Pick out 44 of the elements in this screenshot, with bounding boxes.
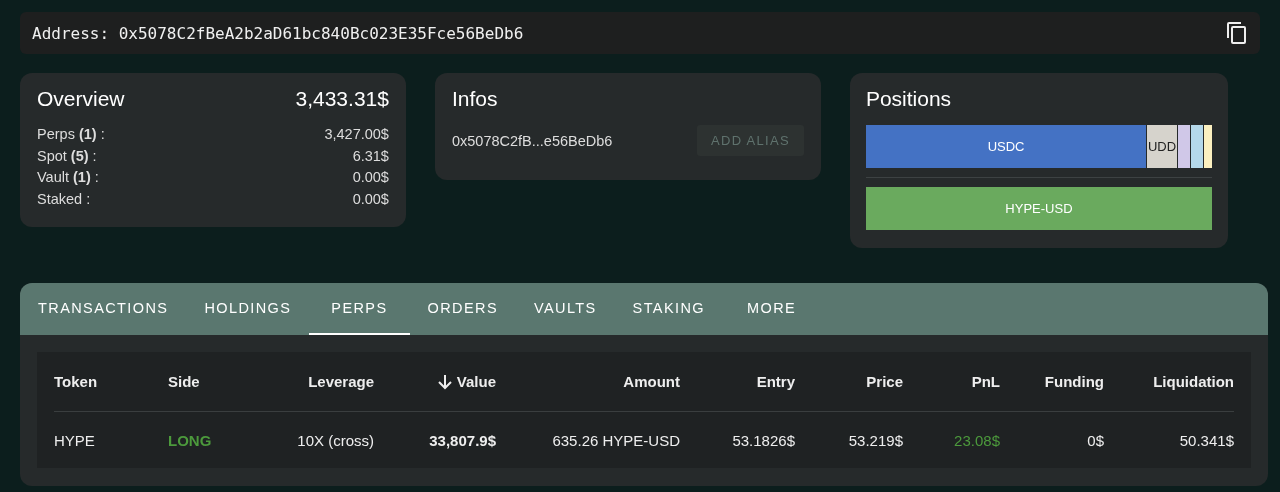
row-label: Perps (1) : bbox=[37, 125, 105, 144]
tab[interactable]: MORE bbox=[723, 283, 815, 335]
column-header[interactable]: Liquidation bbox=[1153, 373, 1234, 390]
tab[interactable]: HOLDINGS bbox=[186, 283, 310, 335]
column-header[interactable]: Value bbox=[436, 373, 496, 390]
tab[interactable]: VAULTS bbox=[515, 283, 615, 335]
position-segment[interactable]: UDD bbox=[1147, 125, 1178, 168]
table-cell: 33,807.9$ bbox=[429, 431, 496, 449]
table-cell: 23.08$ bbox=[954, 431, 1000, 449]
card-title: Overview bbox=[37, 87, 125, 111]
tab[interactable]: ORDERS bbox=[409, 283, 516, 335]
row-value: 0.00$ bbox=[352, 168, 389, 187]
column-header[interactable]: Amount bbox=[623, 373, 680, 390]
total-value: 3,433.31$ bbox=[295, 87, 389, 111]
column-header[interactable]: Token bbox=[54, 373, 98, 390]
tab[interactable]: TRANSACTIONS bbox=[20, 283, 187, 335]
table-cell: 53.1826$ bbox=[732, 431, 795, 449]
column-header[interactable]: Side bbox=[168, 373, 200, 390]
column-header[interactable]: Funding bbox=[1044, 373, 1104, 390]
table-cell: 635.26 HYPE-USD bbox=[552, 431, 680, 449]
row-label: Staked : bbox=[37, 189, 91, 209]
row-value: 3,427.00$ bbox=[324, 125, 389, 144]
table-cell: 10X (cross) bbox=[297, 431, 374, 449]
column-header[interactable]: Price bbox=[866, 373, 903, 390]
card-title: Positions bbox=[865, 87, 953, 111]
column-header[interactable]: PnL bbox=[971, 373, 1000, 390]
short-address: 0x5078C2fB...e56BeDb6 bbox=[451, 132, 613, 149]
row-label: Vault (1) : bbox=[37, 168, 99, 187]
tab[interactable]: STAKING bbox=[614, 283, 723, 335]
table-cell: 0$ bbox=[1087, 431, 1104, 449]
table-cell: LONG bbox=[168, 431, 212, 449]
copy-icon[interactable] bbox=[1226, 21, 1248, 45]
card-title: Infos bbox=[451, 87, 499, 111]
column-header[interactable]: Leverage bbox=[308, 373, 374, 390]
address-text: Address: 0x5078C2fBeA2b2aD61bc840Bc023E35Fce56BeDb6 bbox=[32, 23, 524, 43]
tab[interactable]: PERPS bbox=[309, 283, 410, 335]
row-value: 0.00$ bbox=[352, 189, 389, 209]
row-value: 6.31$ bbox=[352, 146, 389, 166]
position-segment[interactable]: USDC bbox=[865, 125, 1148, 168]
table-cell: 50.341$ bbox=[1179, 431, 1234, 449]
row-label: Spot (5) : bbox=[37, 146, 97, 166]
table-cell: 53.219$ bbox=[848, 431, 903, 449]
table-cell: HYPE bbox=[54, 431, 95, 449]
column-header[interactable]: Entry bbox=[756, 373, 795, 390]
